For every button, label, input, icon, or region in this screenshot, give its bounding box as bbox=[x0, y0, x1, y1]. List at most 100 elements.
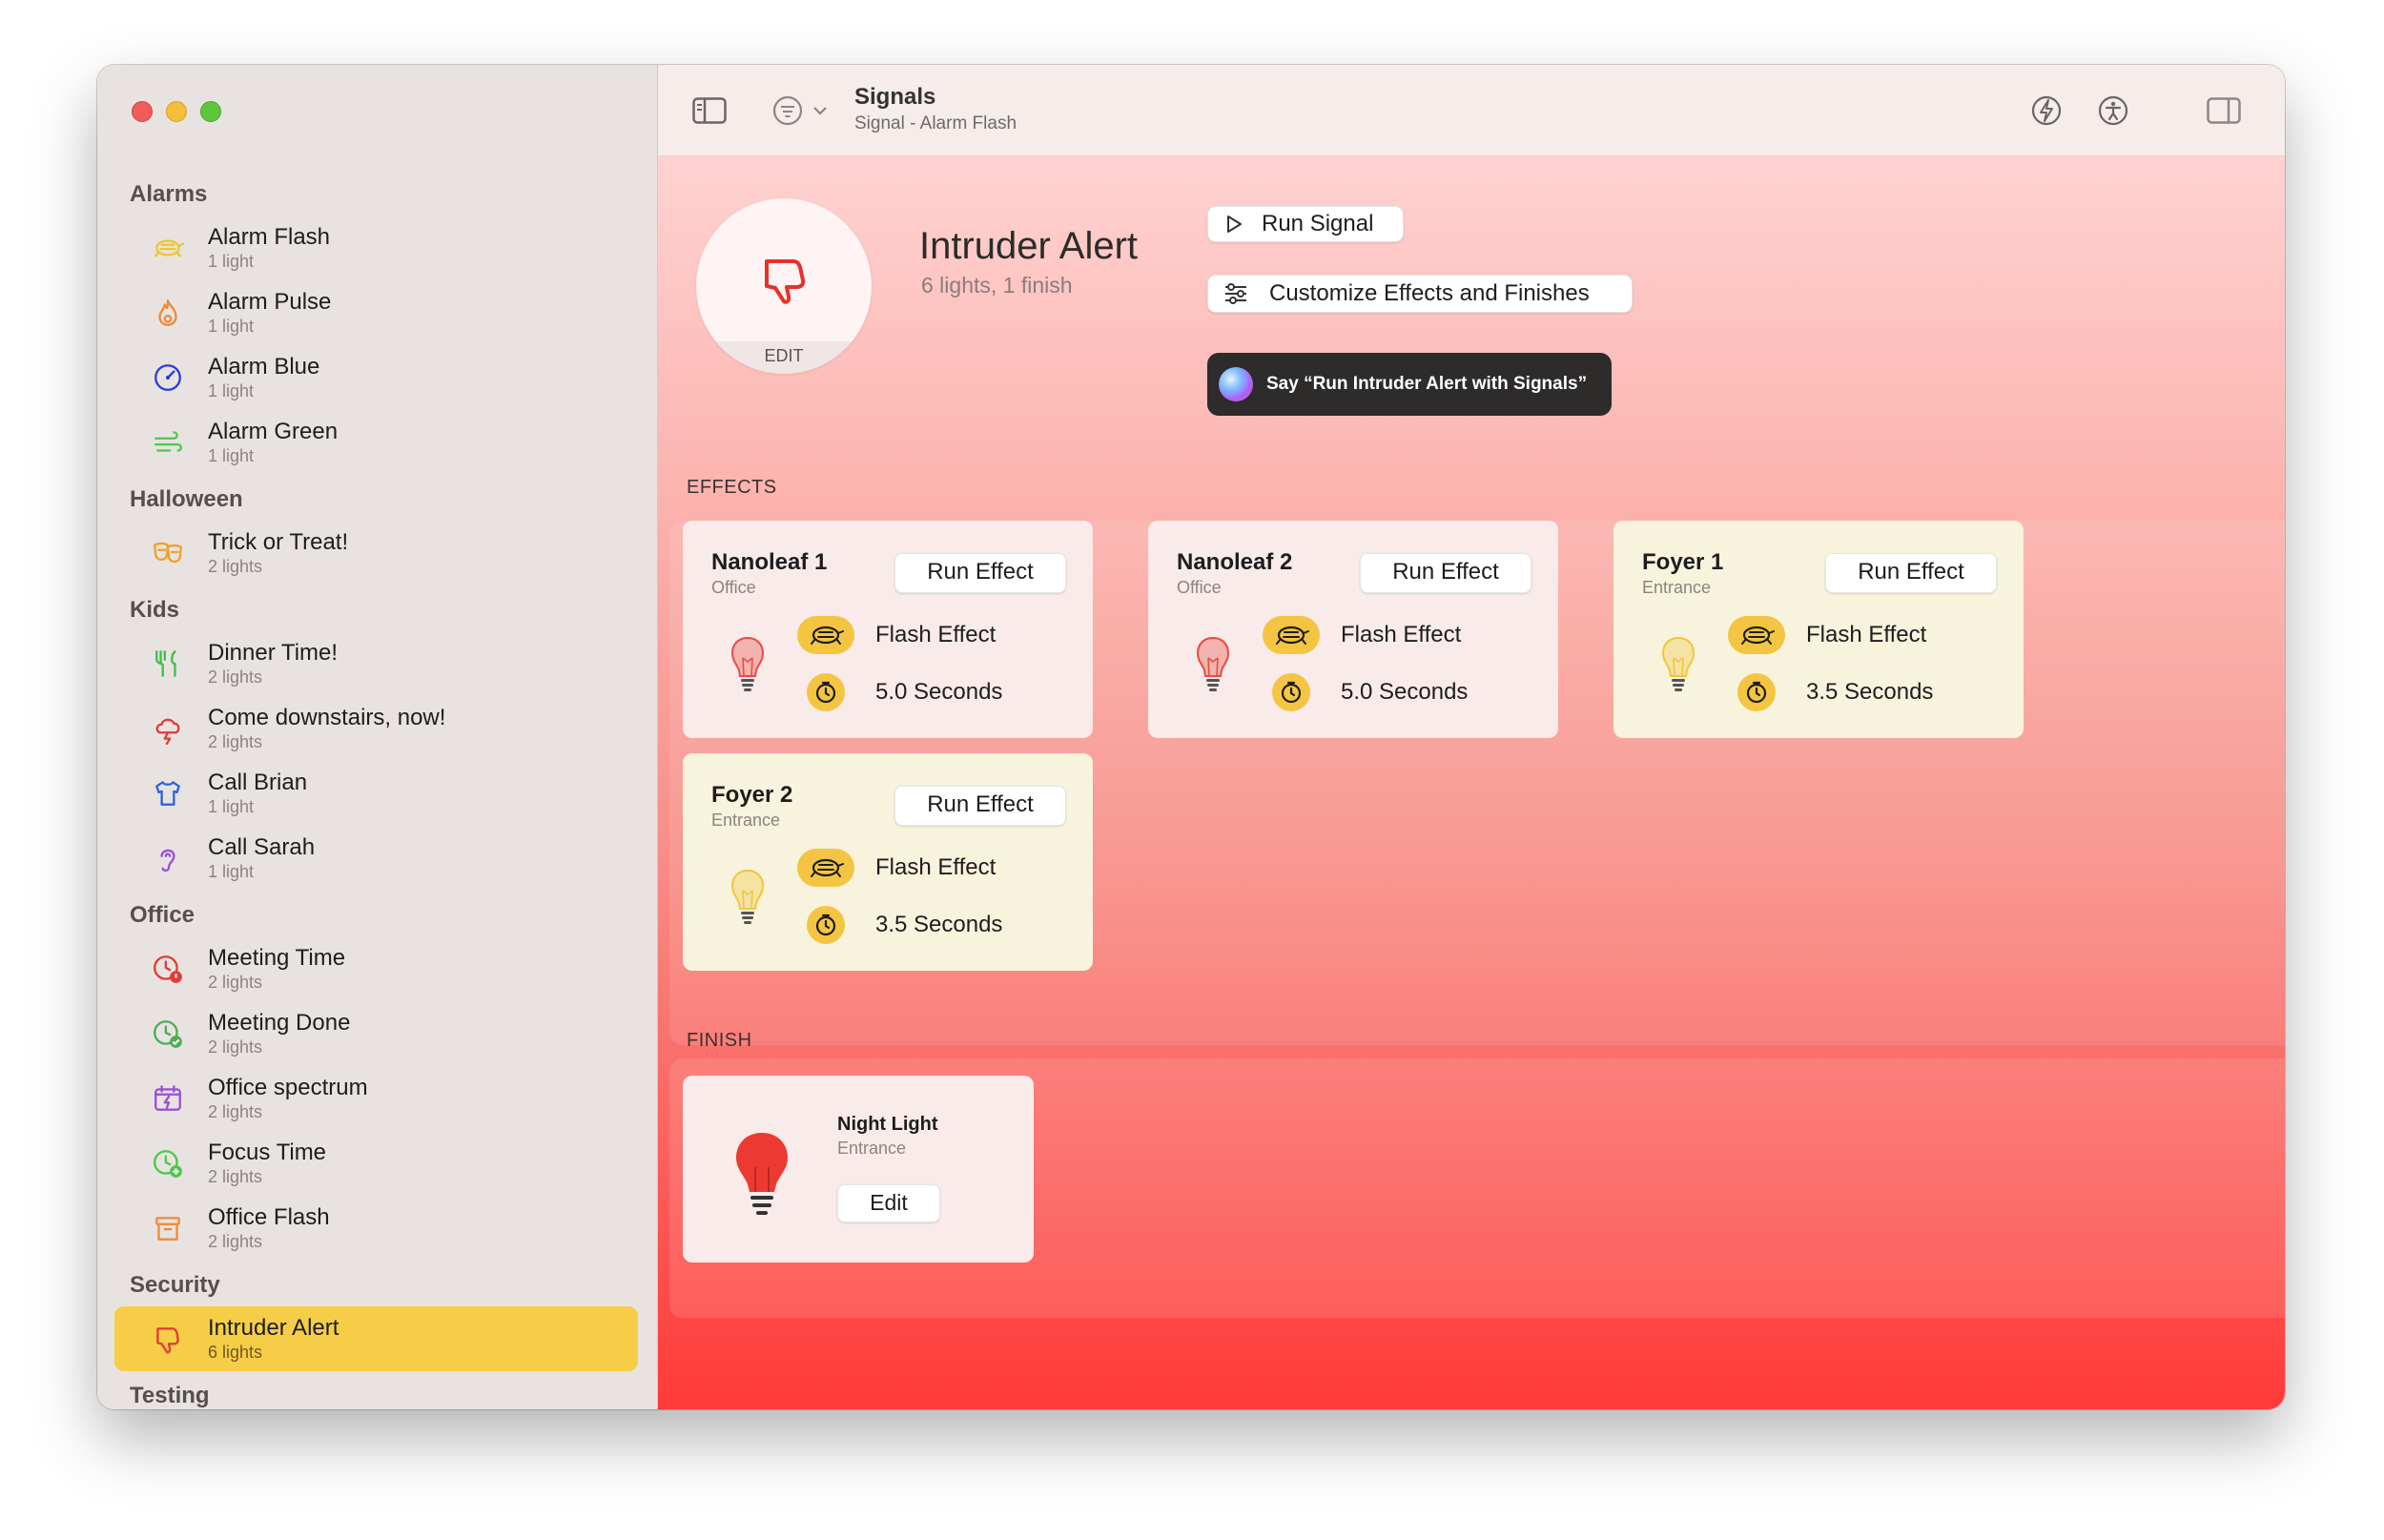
lightbulb-icon bbox=[736, 1133, 788, 1215]
sidebar-item[interactable]: Meeting Done 2 lights bbox=[114, 1001, 638, 1066]
app-title: Signals bbox=[854, 84, 936, 110]
effect-type-label: Flash Effect bbox=[1806, 622, 1927, 647]
sidebar-item-label: Call Sarah bbox=[208, 834, 316, 860]
effect-duration-row[interactable]: 5.0 Seconds bbox=[1263, 673, 1468, 711]
sidebar-group-title: Office bbox=[130, 902, 195, 928]
sidebar-item-count: 2 lights bbox=[208, 1037, 263, 1057]
close-window-button[interactable] bbox=[132, 101, 153, 122]
sidebar-item-text: Call Brian 1 light bbox=[208, 770, 307, 817]
effect-light-bulb bbox=[1194, 635, 1232, 701]
effect-type-label: Flash Effect bbox=[875, 854, 997, 880]
sidebar-item-count: 2 lights bbox=[208, 1167, 263, 1186]
app-subtitle: Signal - Alarm Flash bbox=[854, 113, 1017, 133]
sidebar-item[interactable]: Alarm Green 1 light bbox=[114, 410, 638, 475]
timer-icon bbox=[815, 914, 836, 936]
sidebar-item[interactable]: Focus Time 2 lights bbox=[114, 1131, 638, 1196]
sidebar-item[interactable]: Call Sarah 1 light bbox=[114, 826, 638, 891]
sidebar-item-text: Intruder Alert 6 lights bbox=[208, 1315, 339, 1363]
run-effect-button[interactable]: Run Effect bbox=[894, 786, 1066, 826]
run-effect-button[interactable]: Run Effect bbox=[1825, 553, 1997, 593]
sidebar-toggle-button[interactable] bbox=[690, 92, 729, 130]
sidebar-item[interactable]: Trick or Treat! 2 lights bbox=[114, 521, 638, 585]
sidebar-item-label: Dinner Time! bbox=[208, 640, 339, 666]
inspector-toggle-button[interactable] bbox=[2205, 92, 2243, 130]
siri-shortcut-label: Say “Run Intruder Alert with Signals” bbox=[1266, 374, 1588, 394]
edit-icon-label[interactable]: EDIT bbox=[696, 341, 872, 374]
effect-type-row[interactable]: Flash Effect bbox=[1728, 616, 1926, 654]
sidebar-item-label: Meeting Time bbox=[208, 945, 346, 971]
sidebar-item[interactable]: Call Brian 1 light bbox=[114, 761, 638, 826]
sidebar-item[interactable]: Office spectrum 2 lights bbox=[114, 1066, 638, 1131]
siri-shortcut-button[interactable]: Say “Run Intruder Alert with Signals” bbox=[1207, 353, 1612, 416]
finish-light-name: Night Light bbox=[837, 1114, 938, 1135]
run-effect-button[interactable]: Run Effect bbox=[894, 553, 1066, 593]
wind-icon bbox=[154, 431, 182, 452]
effect-duration-label: 3.5 Seconds bbox=[1806, 679, 1934, 705]
sidebar-item-label: Alarm Flash bbox=[208, 224, 331, 250]
effect-duration-row[interactable]: 3.5 Seconds bbox=[1728, 673, 1933, 711]
tshirt-icon bbox=[155, 781, 180, 806]
lightbulb-icon bbox=[1196, 636, 1230, 691]
run-effect-button[interactable]: Run Effect bbox=[1360, 553, 1531, 593]
run-signal-button[interactable]: Run Signal bbox=[1207, 206, 1404, 242]
effect-type-row[interactable]: Flash Effect bbox=[1263, 616, 1461, 654]
edit-finish-button[interactable]: Edit bbox=[837, 1184, 940, 1222]
finish-card: Night Light Entrance Edit bbox=[683, 1076, 1034, 1263]
sidebar-item[interactable]: Office Flash 2 lights bbox=[114, 1196, 638, 1261]
sidebar-item[interactable]: Come downstairs, now! 2 lights bbox=[114, 696, 638, 761]
sidebar-item[interactable]: Intruder Alert 6 lights bbox=[114, 1306, 638, 1371]
effect-type-row[interactable]: Flash Effect bbox=[797, 849, 996, 887]
sidebar-item-count: 2 lights bbox=[208, 1232, 263, 1251]
sidebar-item[interactable]: Alarm Blue 1 light bbox=[114, 345, 638, 410]
sidebar-group-title: Kids bbox=[130, 597, 180, 623]
effect-light-bulb bbox=[729, 635, 767, 701]
effect-duration-label: 5.0 Seconds bbox=[1341, 679, 1469, 705]
effect-type-label: Flash Effect bbox=[875, 622, 997, 647]
cloud-bolt-icon bbox=[155, 718, 180, 745]
toolbar: Signals Signal - Alarm Flash bbox=[658, 65, 2285, 156]
sidebar-item-text: Focus Time 2 lights bbox=[208, 1140, 326, 1187]
bolt-circle-icon bbox=[2031, 95, 2062, 126]
signal-icon-editor[interactable]: EDIT bbox=[696, 198, 872, 374]
effect-light-room: Entrance bbox=[1642, 578, 1712, 597]
sidebar-item-icon bbox=[151, 1322, 185, 1356]
zoom-window-button[interactable] bbox=[200, 101, 221, 122]
sidebar-item-icon bbox=[151, 776, 185, 811]
effect-light-room: Office bbox=[1177, 578, 1222, 597]
calendar-bolt-icon bbox=[154, 1085, 181, 1111]
timer-icon bbox=[1281, 681, 1302, 704]
run-signal-label: Run Signal bbox=[1262, 211, 1374, 236]
effect-type-badge bbox=[797, 616, 854, 654]
sidebar-item[interactable]: Dinner Time! 2 lights bbox=[114, 631, 638, 696]
sidebar-item[interactable]: Meeting Time 2 lights bbox=[114, 936, 638, 1001]
customize-effects-button[interactable]: Customize Effects and Finishes bbox=[1207, 275, 1633, 313]
effect-type-badge bbox=[797, 849, 854, 887]
signal-title: Intruder Alert bbox=[919, 225, 1139, 267]
timer-icon bbox=[1746, 681, 1767, 704]
effect-duration-row[interactable]: 3.5 Seconds bbox=[797, 906, 1002, 944]
thumbs-down-icon bbox=[156, 1327, 179, 1354]
turtle-icon bbox=[811, 626, 844, 645]
sidebar-item-text: Meeting Time 2 lights bbox=[208, 945, 345, 993]
chevron-down-icon bbox=[813, 107, 827, 115]
sidebar-item-text: Alarm Blue 1 light bbox=[208, 354, 319, 401]
run-flash-button[interactable] bbox=[2027, 92, 2065, 130]
effect-duration-badge bbox=[1737, 673, 1776, 711]
turtle-icon bbox=[811, 858, 844, 877]
clock-plus-icon bbox=[154, 1150, 182, 1178]
effect-type-row[interactable]: Flash Effect bbox=[797, 616, 996, 654]
sidebar-item-icon bbox=[151, 952, 185, 986]
effect-duration-label: 3.5 Seconds bbox=[875, 912, 1003, 937]
timer-icon bbox=[815, 681, 836, 704]
minimize-window-button[interactable] bbox=[166, 101, 187, 122]
gauge-icon bbox=[154, 364, 181, 391]
accessibility-button[interactable] bbox=[2094, 92, 2132, 130]
effect-duration-badge bbox=[807, 906, 845, 944]
sidebar-item[interactable]: Alarm Pulse 1 light bbox=[114, 280, 638, 345]
customize-effects-label: Customize Effects and Finishes bbox=[1269, 280, 1590, 306]
filter-menu-button[interactable] bbox=[767, 92, 833, 130]
effect-duration-row[interactable]: 5.0 Seconds bbox=[797, 673, 1002, 711]
sidebar-item-label: Intruder Alert bbox=[208, 1315, 339, 1341]
signal-list: Alarms Alarm Flash 1 light Alarm Pulse 1 lig… bbox=[97, 170, 657, 1409]
sidebar-item[interactable]: Alarm Flash 1 light bbox=[114, 216, 638, 280]
